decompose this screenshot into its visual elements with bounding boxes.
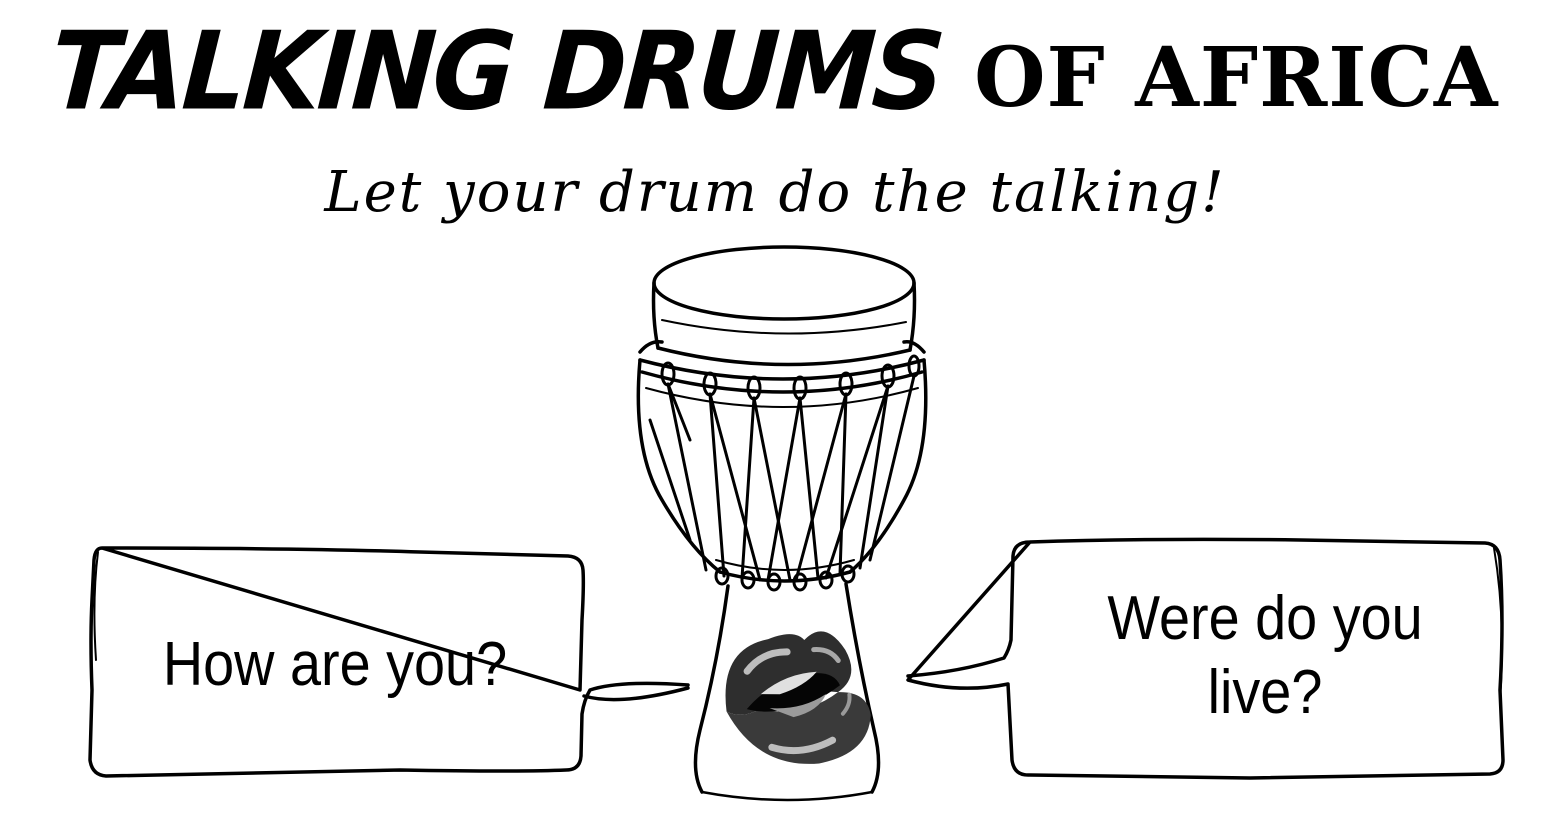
speech-bubble-left-text: How are you?	[162, 630, 508, 699]
poster: TALKING DRUMS OF AFRICA Let your drum do …	[0, 0, 1550, 814]
speech-bubble-right-line1: Were do you	[1107, 584, 1423, 653]
drum-head	[651, 245, 917, 367]
speech-bubble-right-text: Were do you live?	[1054, 582, 1477, 731]
speech-bubble-right-line2: live?	[1207, 658, 1323, 728]
